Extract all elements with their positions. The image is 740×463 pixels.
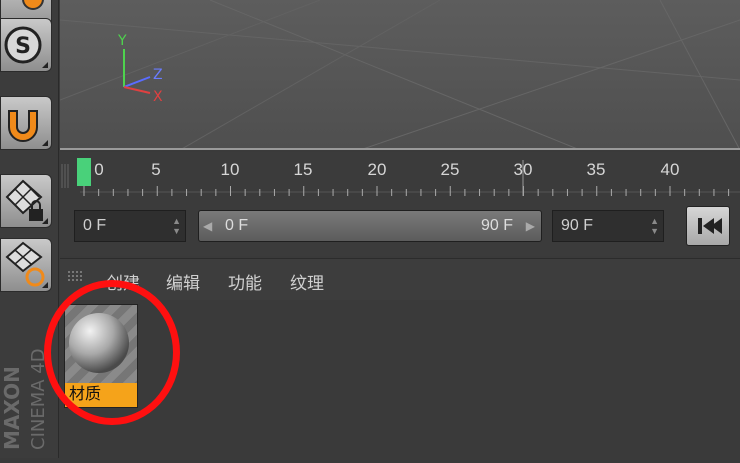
svg-text:S: S [15,34,31,59]
material-manager-menu: 创建 编辑 功能 纹理 [60,258,740,302]
tick-label: 5 [151,160,161,179]
menu-texture[interactable]: 纹理 [290,269,324,294]
sculpt-tool-button[interactable]: S [0,18,52,72]
menu-edit[interactable]: 编辑 [166,269,200,294]
spinner-arrows-icon[interactable]: ▲ ▼ [650,216,659,236]
range-end-value: 90 F [480,217,513,234]
end-frame-field[interactable]: 90 F ▲ ▼ [552,210,664,242]
range-right-arrow-icon[interactable]: ▶ [526,211,535,241]
start-frame-value: 0 F [83,217,107,234]
range-left-arrow-icon[interactable]: ◀ [203,211,212,241]
z-axis-label: Z [153,67,163,83]
grid-refresh-tool-button[interactable] [0,238,52,292]
tick-label: 35 [586,160,606,179]
frame-controls: 0 F ▲ ▼ ◀ 0 F 90 F ▶ 90 F ▲ ▼ [60,202,740,256]
tick-label: 40 [660,160,680,179]
tick-label: 0 [94,160,104,179]
tick-label: 20 [367,160,387,179]
spinner-arrows-icon[interactable]: ▲ ▼ [172,216,181,236]
end-frame-value: 90 F [561,217,594,234]
tick-label: 10 [220,160,240,179]
tick-label: 15 [293,160,313,179]
skip-to-start-icon [698,218,722,234]
lock-grid-tool-button[interactable] [0,174,52,228]
range-start-value: 0 F [225,217,249,234]
tick-label: 25 [440,160,460,179]
tick-label: 30 [513,160,533,179]
menu-function[interactable]: 功能 [228,269,262,294]
go-to-start-button[interactable] [686,206,730,246]
start-frame-field[interactable]: 0 F ▲ ▼ [74,210,186,242]
axis-gizmo: Y Z X [117,33,163,105]
y-axis-label: Y [117,33,127,49]
3d-viewport[interactable]: Y Z X [60,0,740,150]
x-axis-label: X [153,89,163,105]
magnet-tool-button[interactable] [0,96,52,150]
highlight-annotation-circle [44,280,180,425]
frame-range-slider[interactable]: ◀ 0 F 90 F ▶ [198,210,542,242]
maker-logo-text: MAXON [0,366,24,450]
timeline-ruler[interactable]: 0 5 10 15 20 25 30 35 40 [60,152,740,202]
